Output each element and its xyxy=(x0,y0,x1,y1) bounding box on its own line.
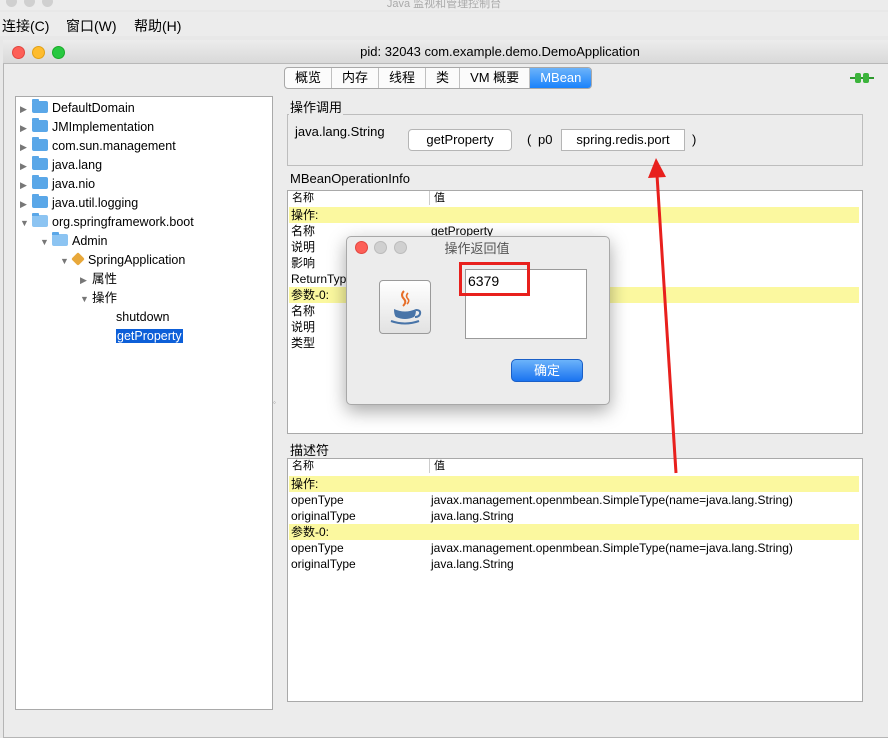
menu-help[interactable]: 帮助(H) xyxy=(134,16,181,36)
table-row[interactable]: 参数-0: xyxy=(289,524,859,540)
bean-icon xyxy=(71,252,85,266)
folder-icon xyxy=(32,156,48,170)
collapse-arrow-icon[interactable]: ▼ xyxy=(20,214,32,232)
collapse-arrow-icon[interactable]: ▼ xyxy=(60,252,72,270)
descriptor-table[interactable]: 名称 值 操作: openType javax.management.openmb… xyxy=(287,458,863,702)
tab-threads[interactable]: 线程 xyxy=(379,68,427,88)
expand-arrow-icon[interactable]: ▶ xyxy=(20,119,32,137)
menu-window[interactable]: 窗口(W) xyxy=(66,16,117,36)
outer-minimize-button[interactable] xyxy=(24,0,35,7)
column-header-value[interactable]: 值 xyxy=(434,459,445,473)
outer-title-text: Java 监视和管理控制台 xyxy=(386,0,502,10)
tree-item-springapplication[interactable]: ▼ SpringApplication xyxy=(60,251,185,269)
tab-classes[interactable]: 类 xyxy=(426,68,461,88)
expand-arrow-icon[interactable]: ▶ xyxy=(20,157,32,175)
close-paren: ) xyxy=(692,132,697,147)
splitter-handle[interactable]: ◦ xyxy=(273,398,279,407)
expand-arrow-icon[interactable]: ▶ xyxy=(20,195,32,213)
folder-icon xyxy=(32,99,48,113)
tree-item-java-lang[interactable]: ▶ java.lang xyxy=(20,156,102,174)
tree-item-shutdown[interactable]: shutdown xyxy=(116,308,170,326)
param-input[interactable]: spring.redis.port xyxy=(561,129,685,151)
window-title: pid: 32043 com.example.demo.DemoApplicat… xyxy=(360,44,640,59)
tree-item-operations[interactable]: ▼ 操作 xyxy=(80,289,117,307)
table-row[interactable]: originalType java.lang.String xyxy=(289,508,859,524)
table-row[interactable]: originalType java.lang.String xyxy=(289,556,859,572)
expand-arrow-icon[interactable]: ▶ xyxy=(20,138,32,156)
column-header-value[interactable]: 值 xyxy=(434,191,445,205)
tree-item-java-nio[interactable]: ▶ java.nio xyxy=(20,175,95,193)
mbean-tree[interactable]: ▶ DefaultDomain ▶ JMImplementation ▶ com.su… xyxy=(15,96,273,710)
column-header-name[interactable]: 名称 xyxy=(292,191,314,205)
return-type-label: java.lang.String xyxy=(295,124,385,139)
expand-arrow-icon[interactable]: ▶ xyxy=(20,176,32,194)
tree-item-attributes[interactable]: ▶ 属性 xyxy=(80,270,117,288)
minimize-button[interactable] xyxy=(32,46,45,59)
folder-icon xyxy=(32,194,48,208)
table-row[interactable]: openType javax.management.openmbean.Simpl… xyxy=(289,540,859,556)
menu-bar: 连接(C) 窗口(W) 帮助(H) xyxy=(0,12,888,36)
column-divider xyxy=(429,459,430,473)
tree-item-com-sun-management[interactable]: ▶ com.sun.management xyxy=(20,137,176,155)
tab-memory[interactable]: 内存 xyxy=(332,68,380,88)
operation-group-label: 操作调用 xyxy=(289,97,344,116)
column-divider xyxy=(429,191,430,205)
tab-mbean[interactable]: MBean xyxy=(530,68,592,88)
folder-icon xyxy=(32,175,48,189)
outer-zoom-button[interactable] xyxy=(42,0,53,7)
open-paren: ( xyxy=(527,132,532,147)
table-row[interactable]: 操作: xyxy=(289,476,859,492)
outer-close-button[interactable] xyxy=(6,0,17,7)
tab-overview[interactable]: 概览 xyxy=(285,68,333,88)
tree-item-java-util-logging[interactable]: ▶ java.util.logging xyxy=(20,194,138,212)
column-header-name[interactable]: 名称 xyxy=(292,459,314,473)
tree-item-defaultdomain[interactable]: ▶ DefaultDomain xyxy=(20,99,135,117)
folder-icon xyxy=(32,118,48,132)
dialog-title: 操作返回值 xyxy=(444,241,510,256)
connection-icon[interactable] xyxy=(850,71,874,85)
tab-vm-summary[interactable]: VM 概要 xyxy=(460,68,531,88)
table-row[interactable]: openType javax.management.openmbean.Simpl… xyxy=(289,492,859,508)
highlight-annotation-box xyxy=(459,262,530,296)
expand-arrow-icon[interactable]: ▶ xyxy=(20,100,32,118)
tree-item-getproperty[interactable]: getProperty xyxy=(116,327,183,345)
zoom-button[interactable] xyxy=(52,46,65,59)
close-button[interactable] xyxy=(12,46,25,59)
ok-button[interactable]: 确定 xyxy=(511,359,583,382)
folder-open-icon xyxy=(32,213,48,227)
tree-item-jmimplementation[interactable]: ▶ JMImplementation xyxy=(20,118,154,136)
table-row[interactable]: 操作: xyxy=(289,207,859,223)
java-cup-icon xyxy=(379,280,431,334)
invoke-getproperty-button[interactable]: getProperty xyxy=(408,129,512,151)
folder-open-icon xyxy=(52,232,68,246)
param-label: p0 xyxy=(538,132,553,147)
expand-arrow-icon[interactable]: ▶ xyxy=(80,271,92,289)
tree-item-org-springframework-boot[interactable]: ▼ org.springframework.boot xyxy=(20,213,194,231)
collapse-arrow-icon[interactable]: ▼ xyxy=(40,233,52,251)
folder-icon xyxy=(32,137,48,151)
collapse-arrow-icon[interactable]: ▼ xyxy=(80,290,92,308)
outer-window-title: Java 监视和管理控制台 xyxy=(0,0,888,10)
mbean-info-group-label: MBeanOperationInfo xyxy=(289,171,411,186)
tree-item-admin[interactable]: ▼ Admin xyxy=(40,232,107,250)
tab-bar: 概览 内存 线程 类 VM 概要 MBean xyxy=(284,67,593,89)
menu-connection[interactable]: 连接(C) xyxy=(2,16,49,36)
descriptor-group-label: 描述符 xyxy=(289,440,331,459)
